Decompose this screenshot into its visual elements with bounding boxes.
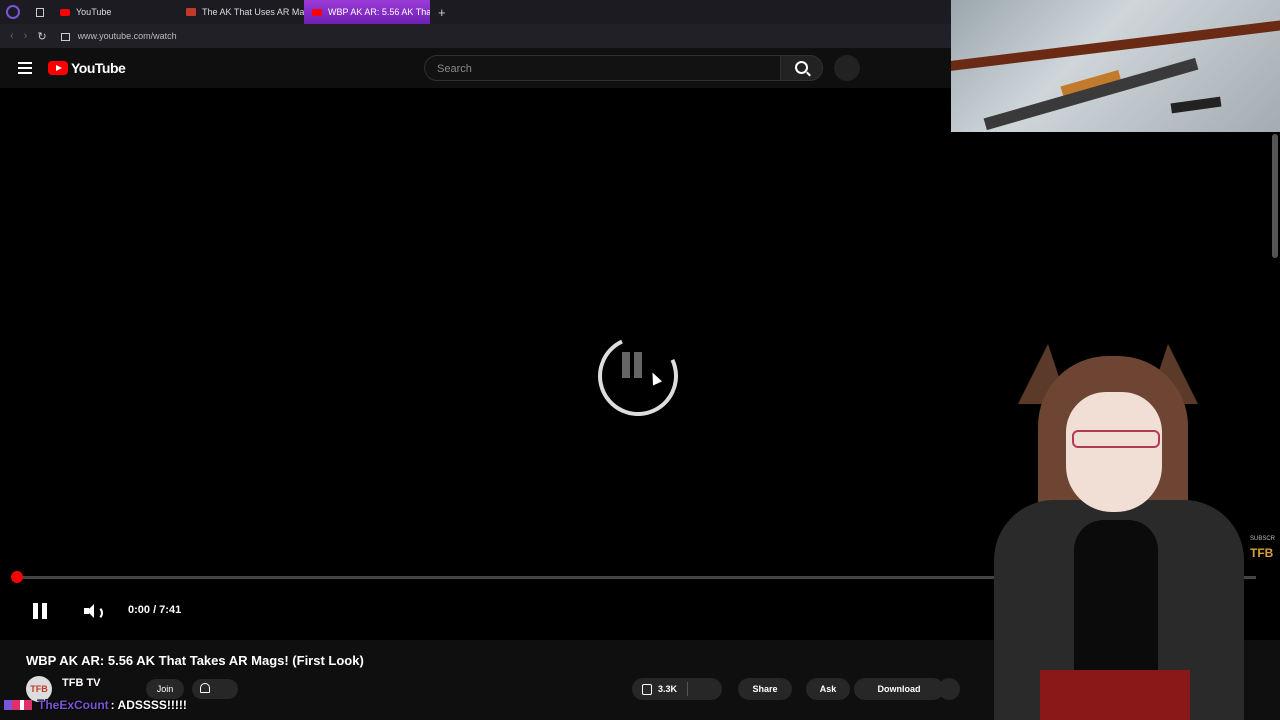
tab-label: WBP AK AR: 5.56 AK Tha — [328, 7, 430, 17]
like-button[interactable]: 3.3K — [632, 678, 722, 700]
tab-video-active[interactable]: WBP AK AR: 5.56 AK Tha — [304, 0, 430, 24]
watermark-logo: TFB — [1250, 546, 1274, 560]
tab-label: YouTube — [76, 7, 112, 17]
menu-icon[interactable] — [18, 62, 32, 74]
avatar-glasses — [1072, 430, 1160, 448]
chat-text: : ADSSSS!!!!! — [110, 698, 187, 712]
avatar-face — [1066, 392, 1162, 512]
tab-bookmarks[interactable] — [28, 0, 52, 24]
search-input[interactable] — [435, 62, 759, 76]
url-text[interactable]: www.youtube.com/watch — [78, 31, 177, 41]
lock-icon — [60, 33, 70, 41]
stream-chat-message: TheExCount : ADSSSS!!!!! — [4, 698, 187, 712]
youtube-icon — [312, 8, 322, 16]
volume-icon[interactable] — [84, 604, 103, 620]
more-actions-button[interactable] — [938, 678, 960, 700]
ak-rifle-image — [983, 57, 1199, 131]
webcam-overlay — [951, 0, 1280, 132]
bookmark-icon — [36, 7, 44, 17]
tab-label: The AK That Uses AR Ma — [202, 7, 304, 17]
channel-name[interactable]: TFB TV — [62, 677, 101, 689]
back-icon[interactable]: ‹ — [10, 30, 14, 42]
youtube-logo[interactable]: YouTube — [48, 60, 126, 76]
avatar-skirt — [1040, 670, 1190, 720]
chat-badge-icons — [4, 700, 32, 710]
scrollbar[interactable] — [1272, 134, 1278, 258]
video-title: WBP AK AR: 5.56 AK That Takes AR Mags! (… — [26, 653, 364, 668]
like-dislike-divider — [687, 682, 689, 696]
logo-text: YouTube — [71, 60, 126, 76]
thumbs-up-icon — [642, 683, 652, 695]
vtuber-avatar — [988, 340, 1250, 720]
join-button[interactable]: Join — [146, 679, 184, 699]
revolver-image — [1170, 96, 1222, 114]
notification-bell-button[interactable] — [192, 679, 238, 699]
like-count: 3.3K — [658, 684, 678, 694]
watermark-subscribe: SUBSCR — [1250, 536, 1276, 542]
new-tab-icon[interactable]: + — [438, 5, 446, 20]
avatar-shirt — [1074, 520, 1158, 670]
rifle-image — [951, 16, 1280, 74]
time-display: 0:00 / 7:41 — [128, 604, 182, 616]
search-button[interactable] — [781, 55, 823, 81]
search-icon — [795, 61, 808, 74]
loading-spinner — [586, 324, 690, 428]
bell-icon — [200, 683, 210, 693]
pause-button[interactable] — [33, 603, 51, 624]
search-box — [424, 55, 781, 81]
youtube-play-icon — [48, 61, 68, 75]
tab-youtube[interactable]: YouTube — [52, 0, 178, 24]
chat-username: TheExCount — [38, 698, 109, 712]
tab-tfb-article[interactable]: The AK That Uses AR Ma — [178, 0, 304, 24]
youtube-icon — [60, 8, 70, 16]
browser-logo-icon[interactable] — [6, 5, 20, 19]
voice-search-button[interactable] — [834, 55, 860, 81]
forward-icon[interactable]: › — [24, 30, 28, 42]
share-button[interactable]: Share — [738, 678, 792, 700]
scrubber-handle[interactable] — [11, 571, 23, 583]
ask-button[interactable]: Ask — [806, 678, 850, 700]
pause-overlay-icon — [622, 352, 646, 383]
tfb-icon — [186, 8, 196, 16]
download-button[interactable]: Download — [854, 678, 944, 700]
reload-icon[interactable]: ↻ — [37, 30, 46, 43]
